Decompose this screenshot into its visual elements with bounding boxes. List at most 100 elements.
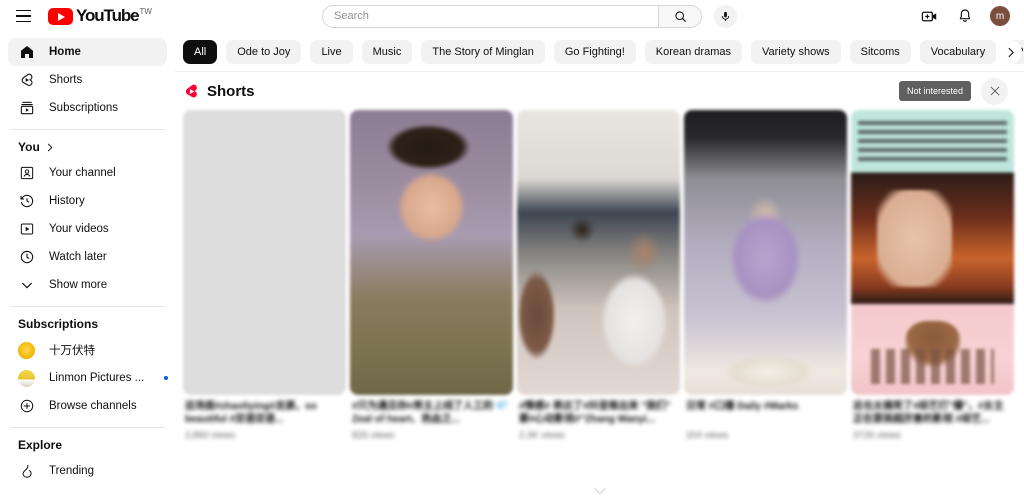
history-clock-icon — [18, 193, 35, 210]
chip-vocabulary[interactable]: Vocabulary — [919, 39, 997, 64]
chip-variety-shows[interactable]: Variety shows — [751, 39, 841, 64]
chip-the-story-of-minglan[interactable]: The Story of Minglan — [421, 39, 545, 64]
masthead-center — [175, 4, 884, 28]
sidebar-item-label: Watch later — [49, 251, 107, 263]
subscriptions-icon — [18, 100, 35, 117]
sidebar-divider — [10, 427, 165, 428]
sidebar-channel-linmon-pictures[interactable]: Linmon Pictures ... — [8, 364, 169, 392]
new-content-dot — [164, 376, 169, 380]
main-content: All Ode to Joy Live Music The Story of M… — [175, 32, 1024, 500]
sidebar-explore-label: Explore — [18, 438, 63, 452]
sidebar-item-label: Shorts — [49, 74, 83, 86]
sidebar-divider — [10, 306, 165, 307]
shorts-thumbnail[interactable] — [684, 110, 847, 395]
home-icon — [18, 44, 35, 61]
sidebar-item-browse-channels[interactable]: Browse channels — [8, 392, 167, 420]
sidebar-explore-section: Trending — [0, 457, 175, 485]
shorts-title: 这场面#zhaoliying#龙源，so beautiful #双语双语... — [185, 401, 317, 425]
search-button[interactable] — [658, 4, 702, 28]
shorts-thumbnail[interactable] — [851, 110, 1014, 395]
sidebar-divider — [10, 129, 165, 130]
sidebar-item-label: Your channel — [49, 167, 116, 179]
create-video-icon — [921, 11, 936, 21]
sidebar-item-show-more[interactable]: Show more — [8, 271, 167, 299]
plus-circle-icon — [18, 398, 35, 415]
shorts-metadata: #情感# 表达了#抖音推出来 "我们" 要#心动影视#"Zhang Wanyi.… — [517, 395, 680, 441]
not-interested-button[interactable]: Not interested — [898, 81, 971, 101]
person-box-icon — [18, 165, 35, 182]
chip-sitcoms[interactable]: Sitcoms — [849, 39, 911, 64]
sidebar-item-trending[interactable]: Trending — [8, 457, 167, 485]
shorts-shelf-header: Shorts Not interested — [175, 72, 1024, 110]
sidebar-subscriptions-section: 十万伏特 Linmon Pictures ... Browse channels — [0, 336, 175, 420]
shorts-shelf-title: Shorts — [207, 82, 255, 100]
shorts-card[interactable]: #只为遇见你#男主上线了人工的 💎 Zeal of heart、热血之... 8… — [350, 110, 513, 441]
shorts-metadata: 这也太搞笑了#综艺打"爆"，#女主正在耍我超厉害的影视 #综艺... 3726 … — [851, 395, 1014, 441]
shorts-card[interactable]: 日常 #口播 Daily #Marks 204 views — [684, 110, 847, 441]
masthead-right: m — [884, 5, 1024, 27]
sidebar-you-label: You — [18, 140, 40, 154]
chevron-down-icon — [18, 277, 35, 294]
voice-search-button[interactable] — [714, 4, 737, 28]
chip-live[interactable]: Live — [310, 39, 353, 64]
microphone-icon — [721, 11, 730, 21]
shorts-shelf-actions: Not interested — [898, 77, 1008, 105]
shorts-metadata: 日常 #口播 Daily #Marks 204 views — [684, 395, 847, 441]
chips-next-button[interactable] — [998, 40, 1022, 64]
sidebar-item-label: Linmon Pictures ... — [49, 372, 145, 384]
sidebar-item-your-channel[interactable]: Your channel — [8, 159, 167, 187]
shorts-title: 这也太搞笑了#综艺打"爆"，#女主正在耍我超厉害的影视 #综艺... — [853, 401, 1004, 425]
shorts-card[interactable]: 这场面#zhaoliying#龙源，so beautiful #双语双语... … — [183, 110, 346, 441]
sidebar-item-label: Your videos — [49, 223, 109, 235]
shorts-thumbnail[interactable] — [517, 110, 680, 395]
sidebar-item-home[interactable]: Home — [8, 38, 167, 66]
sidebar-channel-shiwanfute[interactable]: 十万伏特 — [8, 336, 167, 364]
chip-music[interactable]: Music — [361, 39, 413, 64]
sidebar-item-subscriptions[interactable]: Subscriptions — [8, 94, 167, 122]
filter-chips-bar: All Ode to Joy Live Music The Story of M… — [175, 32, 1024, 72]
sidebar-item-your-videos[interactable]: Your videos — [8, 215, 167, 243]
trending-icon — [18, 463, 35, 480]
thumbnail-caption-banner — [857, 121, 1008, 162]
shorts-thumbnail[interactable] — [350, 110, 513, 395]
shorts-title: #只为遇见你#男主上线了人工的 💎 Zeal of heart、热血之... — [352, 401, 509, 425]
sidebar-you-header[interactable]: You — [0, 137, 175, 159]
channel-avatar — [18, 341, 35, 359]
sidebar-item-history[interactable]: History — [8, 187, 167, 215]
play-box-icon — [18, 221, 35, 238]
youtube-logo[interactable]: YouTube TW — [48, 6, 152, 26]
chip-ode-to-joy[interactable]: Ode to Joy — [226, 39, 302, 64]
sidebar-item-watch-later[interactable]: Watch later — [8, 243, 167, 271]
shorts-card[interactable]: 这也太搞笑了#综艺打"爆"，#女主正在耍我超厉害的影视 #综艺... 3726 … — [851, 110, 1014, 441]
notifications-button[interactable] — [954, 5, 976, 27]
shorts-expand-button[interactable] — [588, 484, 612, 498]
sidebar-item-shorts[interactable]: Shorts — [8, 66, 167, 94]
clock-icon — [18, 249, 35, 266]
chevron-right-icon — [47, 143, 53, 151]
sidebar-item-label: Home — [49, 46, 81, 58]
chip-go-fighting[interactable]: Go Fighting! — [553, 39, 636, 64]
shorts-thumbnail[interactable] — [183, 110, 346, 395]
shorts-view-count: 204 views — [686, 430, 729, 441]
youtube-play-icon — [48, 7, 73, 26]
chip-all[interactable]: All — [183, 39, 218, 64]
avatar[interactable]: m — [990, 6, 1010, 26]
sidebar-subscriptions-header: Subscriptions — [0, 314, 175, 336]
dismiss-shelf-button[interactable] — [981, 77, 1008, 105]
search-input[interactable] — [334, 10, 647, 22]
thumbnail-subject — [877, 189, 953, 287]
hamburger-menu-icon[interactable] — [10, 3, 36, 29]
bell-icon — [959, 9, 971, 22]
sidebar-item-label: History — [49, 195, 85, 207]
search-box[interactable] — [322, 4, 658, 28]
shorts-card[interactable]: #情感# 表达了#抖音推出来 "我们" 要#心动影视#"Zhang Wanyi.… — [517, 110, 680, 441]
sidebar-subscriptions-label: Subscriptions — [18, 317, 99, 331]
chip-korean-dramas[interactable]: Korean dramas — [644, 39, 742, 64]
sidebar-primary-section: Home Shorts Subscriptions — [0, 38, 175, 122]
sidebar-item-label: Show more — [49, 279, 108, 291]
chevron-right-icon — [1008, 47, 1014, 57]
create-video-button[interactable] — [918, 5, 940, 27]
sidebar-item-label: Trending — [49, 465, 94, 477]
sidebar-you-section: Your channel History Your videos Watch l… — [0, 159, 175, 299]
close-icon — [990, 86, 999, 96]
